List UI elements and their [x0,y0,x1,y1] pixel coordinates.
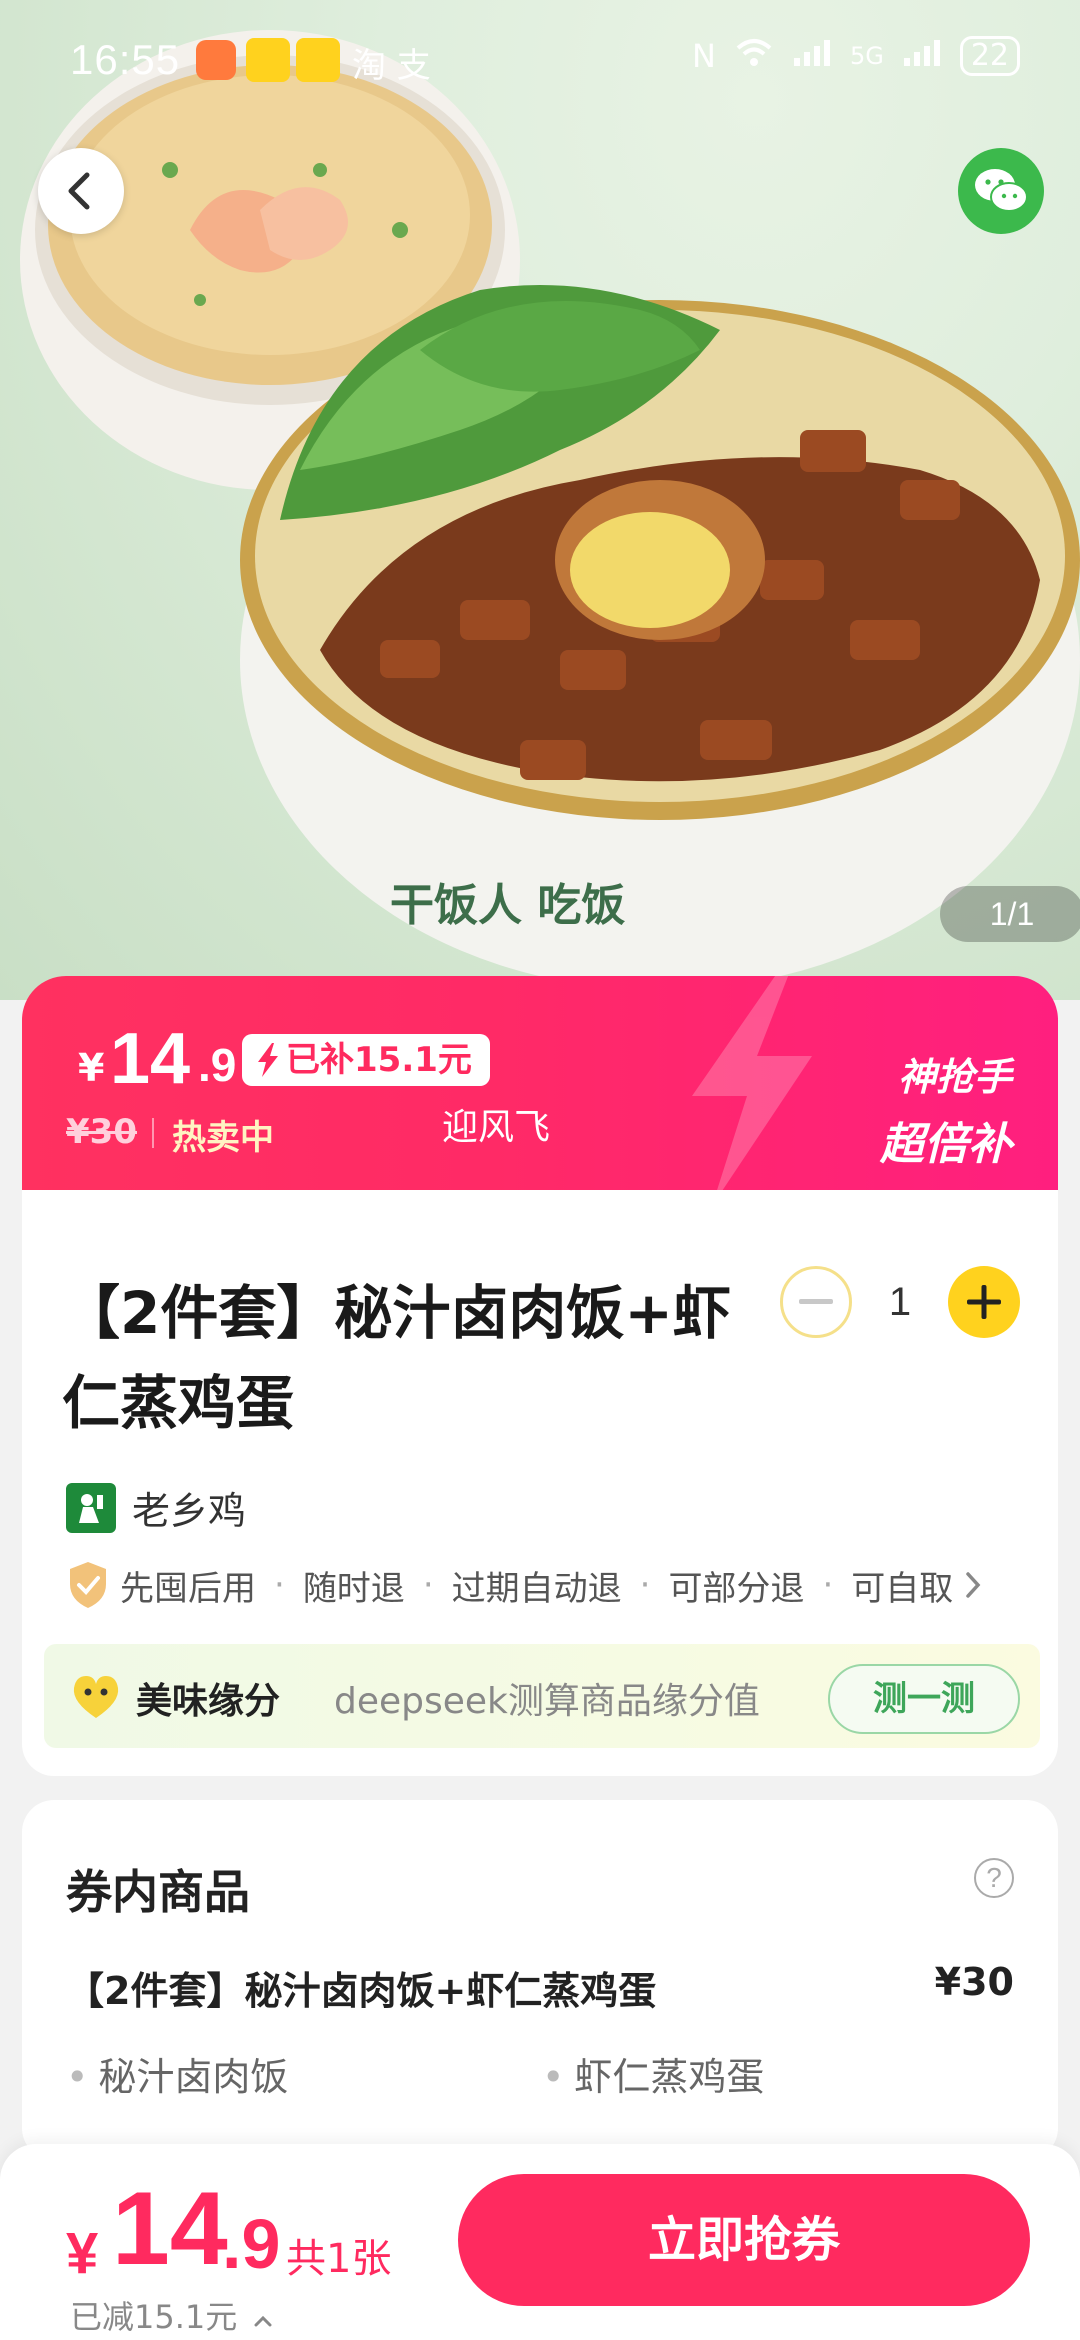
lightning-icon [258,1043,278,1077]
quantity-value: 1 [888,1279,912,1324]
shield-check-icon [70,1562,106,1608]
tag-item: 过期自动退 [451,1568,622,1609]
bullet-dot: • [66,2055,89,2099]
included-item-price: ¥30 [934,1960,1014,2004]
status-bar: 16:55 淘 支 N 5G 22 [0,0,1080,120]
flash-label-line2: 超倍补 [880,1119,1012,1170]
wifi-icon [734,36,774,76]
lightning-decoration-icon [692,976,812,1190]
increase-button[interactable] [948,1266,1020,1338]
chevron-left-icon [68,172,90,210]
nfc-icon: N [692,37,716,75]
wechat-share-button[interactable] [958,148,1044,234]
status-misc-text: 淘 支 [352,46,431,86]
separator-dot: · [822,1565,834,1605]
total-yen-sign: ¥ [66,2221,99,2286]
test-button[interactable]: 测一测 [828,1664,1020,1734]
plus-icon [967,1285,1001,1319]
grab-coupon-button[interactable]: 立即抢券 [458,2174,1030,2306]
flash-label-line1: 神抢手 [897,1055,1012,1099]
divider [152,1118,154,1148]
quantity-stepper: 1 [780,1266,1020,1338]
notification-app-icon [196,40,236,80]
tag-item: 可自取 [851,1568,954,1609]
product-title: 【2件套】秘汁卤肉饭+虾仁蒸鸡蛋 [62,1279,731,1437]
sub-item: • 秘汁卤肉饭 [66,2046,288,2101]
fate-description: deepseek测算商品缘分值 [334,1681,760,1722]
signal-icon-2 [902,36,942,76]
tag-item: 先囤后用 [120,1568,256,1609]
chevron-right-icon [966,1572,981,1598]
original-price: ¥30 [66,1112,137,1152]
section-title: 券内商品 [66,1865,250,1919]
tag-item: 可部分退 [668,1568,805,1609]
sub-item: • 虾仁蒸鸡蛋 [542,2046,764,2101]
fate-panel: 美味缘分 deepseek测算商品缘分值 测一测 [44,1644,1040,1748]
status-time: 16:55 [70,36,181,83]
heart-face-icon [73,1676,119,1718]
promo-banner: ¥ 14 .9 已补15.1元 ¥30 热卖中 迎风飞 神抢手 超倍补 [22,976,1058,1190]
image-counter: 1/1 [940,886,1080,942]
svg-text:干饭人 吃饭: 干饭人 吃饭 [390,880,625,931]
tag-item: 随时退 [302,1568,405,1609]
chevron-up-icon [254,2315,272,2327]
wechat-icon [975,169,1028,212]
decrease-button[interactable] [780,1266,852,1338]
subsidy-text: 已补15.1元 [286,1040,472,1080]
separator-dot: · [639,1565,651,1605]
product-image[interactable]: 干饭人 吃饭 16:55 淘 支 N 5G 22 1/1 [0,0,1080,1000]
notification-app-icon [246,38,290,82]
ticket-count: 共1张 [286,2236,392,2282]
merchant-logo [66,1482,116,1533]
minus-icon [799,1299,833,1304]
product-card: 【2件套】秘汁卤肉饭+虾仁蒸鸡蛋 1 老乡鸡 先囤后用 · 随时退 · 过期自动… [22,1190,1058,1776]
merchant-name: 老乡鸡 [132,1489,247,1533]
page: 干饭人 吃饭 16:55 淘 支 N 5G 22 1/1 ¥ 14 .9 已补1… [0,0,1080,2340]
signal-icon [792,36,832,76]
subsidy-badge: 已补15.1元 [242,1034,490,1086]
back-button[interactable] [38,148,124,234]
status-right-group: N 5G 22 [692,36,1020,76]
included-item-name: 【2件套】秘汁卤肉饭+虾仁蒸鸡蛋 [66,1969,657,2013]
help-icon[interactable]: ? [974,1858,1014,1898]
saved-amount-toggle[interactable]: 已减15.1元 [70,2292,273,2338]
food-illustration: 干饭人 吃饭 [20,30,1080,990]
notification-app-icon [296,38,340,82]
separator-dot: · [274,1565,285,1605]
promo-overlay-text: 迎风飞 [442,1107,551,1148]
network-type: 5G [849,42,884,70]
promo-price-integer: 14 [110,1019,191,1099]
fate-title: 美味缘分 [136,1681,281,1722]
battery-indicator: 22 [959,36,1020,76]
merchant-row[interactable]: 老乡鸡 [66,1480,246,1535]
hot-selling-label: 热卖中 [172,1118,274,1158]
included-items-card: 券内商品 ? 【2件套】秘汁卤肉饭+虾仁蒸鸡蛋 ¥30 • 秘汁卤肉饭 • 虾仁蒸鸡… [22,1800,1058,2160]
saved-amount: 已减15.1元 [70,2298,238,2336]
total-price-integer: 14 [112,2171,228,2287]
promo-price-decimal: .9 [198,1039,237,1091]
bullet-dot: • [542,2055,565,2099]
sub-item-label: 虾仁蒸鸡蛋 [574,2055,765,2099]
separator-dot: · [422,1565,434,1605]
promo-yen-sign: ¥ [78,1046,105,1090]
total-price-decimal: .9 [222,2205,281,2283]
bottom-bar: ¥ 14 .9 共1张 已减15.1元 立即抢券 [0,2144,1080,2340]
sub-item-label: 秘汁卤肉饭 [98,2055,289,2099]
service-tags-row[interactable]: 先囤后用 · 随时退 · 过期自动退 · 可部分退 · 可自取 [66,1560,1026,1610]
